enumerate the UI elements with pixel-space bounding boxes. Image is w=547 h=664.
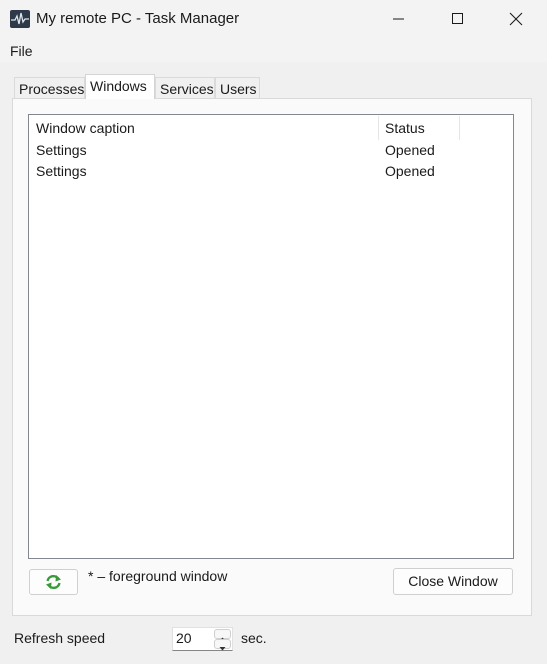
refresh-icon	[46, 574, 61, 590]
minimize-button[interactable]	[369, 0, 427, 38]
status-cell: Opened	[385, 163, 435, 179]
tab-windows[interactable]: Windows	[85, 74, 155, 99]
window-caption-cell: Settings	[36, 163, 87, 179]
app-waveform-icon	[10, 10, 30, 28]
tab-services[interactable]: Services	[155, 77, 215, 99]
close-icon	[509, 12, 523, 26]
spin-up-button[interactable]	[214, 629, 231, 641]
close-button[interactable]	[487, 0, 545, 38]
maximize-icon	[452, 13, 463, 24]
refresh-button[interactable]	[29, 569, 78, 595]
menu-bar: File	[0, 38, 547, 62]
title-bar: My remote PC - Task Manager	[0, 0, 547, 38]
close-window-button[interactable]: Close Window	[393, 568, 513, 595]
windows-list[interactable]: Window caption Status Settings Opened Se…	[28, 114, 514, 559]
minimize-icon	[393, 18, 404, 20]
chevron-down-icon	[219, 647, 226, 651]
column-header-window-caption[interactable]: Window caption	[36, 116, 379, 140]
window-caption-cell: Settings	[36, 142, 87, 158]
refresh-speed-units: sec.	[241, 630, 267, 646]
refresh-speed-label: Refresh speed	[14, 630, 106, 646]
spin-down-button[interactable]	[214, 639, 231, 651]
column-header-status[interactable]: Status	[385, 116, 455, 140]
refresh-speed-input[interactable]: 20	[176, 630, 192, 646]
table-row[interactable]: Settings Opened	[30, 161, 512, 182]
maximize-button[interactable]	[428, 0, 486, 38]
column-separator[interactable]	[378, 116, 379, 140]
refresh-speed-spinner[interactable]: 20	[172, 627, 233, 651]
tab-processes[interactable]: Processes	[14, 77, 85, 99]
foreground-legend: * – foreground window	[88, 568, 228, 584]
column-separator[interactable]	[459, 116, 460, 140]
window-title: My remote PC - Task Manager	[36, 10, 240, 27]
tab-users[interactable]: Users	[215, 77, 260, 99]
table-row[interactable]: Settings Opened	[30, 140, 512, 161]
status-cell: Opened	[385, 142, 435, 158]
menu-file[interactable]: File	[10, 43, 33, 59]
